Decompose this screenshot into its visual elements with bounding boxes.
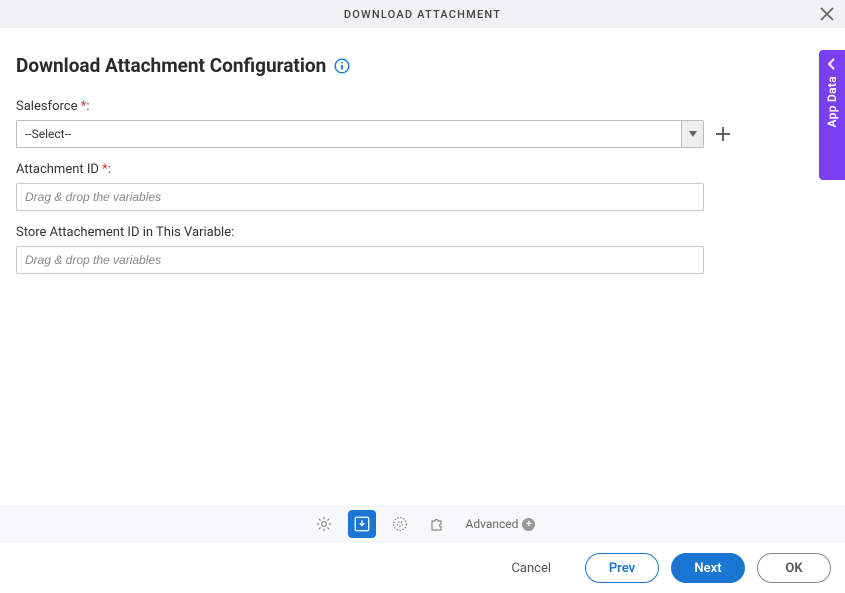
content-area: Download Attachment Configuration Salesf… bbox=[0, 28, 845, 274]
side-tab-label: App Data bbox=[825, 76, 839, 127]
store-variable-field: Store Attachement ID in This Variable: bbox=[16, 225, 829, 274]
attachment-id-field: Attachment ID *: bbox=[16, 162, 829, 211]
ok-button[interactable]: OK bbox=[757, 553, 831, 583]
salesforce-field: Salesforce *: --Select-- bbox=[16, 99, 829, 148]
gear-dashed-icon[interactable] bbox=[386, 510, 414, 538]
chevron-down-icon[interactable] bbox=[681, 121, 703, 147]
step-icon-bar: Advanced + bbox=[0, 505, 845, 543]
dialog-title: DOWNLOAD ATTACHMENT bbox=[344, 8, 501, 21]
chevron-left-icon bbox=[826, 58, 838, 70]
page-title: Download Attachment Configuration bbox=[16, 54, 326, 77]
download-step-icon[interactable] bbox=[348, 510, 376, 538]
add-salesforce-button[interactable] bbox=[714, 125, 732, 143]
page-header: Download Attachment Configuration bbox=[16, 54, 829, 77]
gear-icon[interactable] bbox=[310, 510, 338, 538]
puzzle-icon[interactable] bbox=[424, 510, 452, 538]
store-variable-input[interactable] bbox=[16, 246, 704, 274]
salesforce-label: Salesforce *: bbox=[16, 99, 829, 114]
plus-circle-icon: + bbox=[522, 518, 535, 531]
advanced-link[interactable]: Advanced + bbox=[466, 517, 536, 531]
info-icon[interactable] bbox=[334, 58, 350, 74]
cancel-button[interactable]: Cancel bbox=[489, 553, 573, 583]
close-icon[interactable] bbox=[819, 6, 835, 22]
app-data-side-tab[interactable]: App Data bbox=[819, 50, 845, 180]
attachment-id-label: Attachment ID *: bbox=[16, 162, 829, 177]
attachment-id-input[interactable] bbox=[16, 183, 704, 211]
salesforce-select[interactable]: --Select-- bbox=[16, 120, 704, 148]
footer: Advanced + Cancel Prev Next OK bbox=[0, 505, 845, 593]
titlebar: DOWNLOAD ATTACHMENT bbox=[0, 0, 845, 28]
button-row: Cancel Prev Next OK bbox=[0, 543, 845, 593]
advanced-label: Advanced bbox=[466, 517, 519, 531]
next-button[interactable]: Next bbox=[671, 553, 745, 583]
prev-button[interactable]: Prev bbox=[585, 553, 659, 583]
store-variable-label: Store Attachement ID in This Variable: bbox=[16, 225, 829, 240]
salesforce-select-value: --Select-- bbox=[17, 121, 681, 147]
